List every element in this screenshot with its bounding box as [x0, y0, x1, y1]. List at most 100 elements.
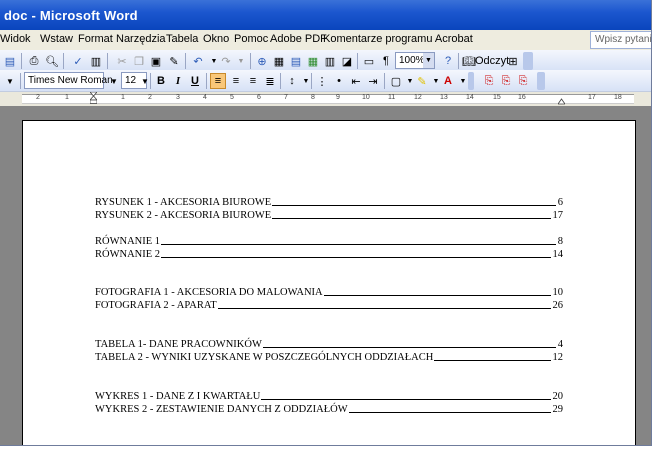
ruler-tick: 2: [148, 94, 152, 101]
redo-icon[interactable]: ↷: [218, 53, 234, 69]
toc-entry-page: 14: [552, 249, 564, 260]
toc-entry-page: 26: [552, 300, 564, 311]
separator: [185, 53, 186, 69]
toc-entry-label: RYSUNEK 2 - AKCESORIA BIUROWE: [95, 210, 272, 221]
undo-icon[interactable]: ↶: [190, 53, 206, 69]
document-map-icon[interactable]: ▭: [361, 53, 377, 69]
spelling-icon[interactable]: ✓: [70, 53, 86, 69]
menu-view[interactable]: Widok: [0, 33, 31, 45]
research-icon[interactable]: ▥: [88, 53, 104, 69]
ruler-tick: 13: [440, 94, 448, 101]
menu-help[interactable]: Pomoc: [234, 33, 268, 45]
columns-icon[interactable]: ▥: [322, 53, 338, 69]
ruler-tick: 15: [493, 94, 501, 101]
toc-leader-line: [161, 257, 551, 258]
menu-insert[interactable]: Wstaw: [40, 33, 73, 45]
italic-button[interactable]: I: [170, 73, 186, 89]
document-area: RYSUNEK 1 - AKCESORIA BIUROWE 6 RYSUNEK …: [0, 106, 651, 445]
separator: [357, 53, 358, 69]
numbering-icon[interactable]: ⋮: [314, 73, 330, 89]
redo-dropdown-icon[interactable]: ▼: [233, 53, 249, 69]
menu-table[interactable]: Tabela: [166, 33, 198, 45]
toc-entry-label: FOTOGRAFIA 2 - APARAT: [95, 300, 217, 311]
print-icon[interactable]: ⎙: [26, 53, 42, 69]
toolbar-options-icon[interactable]: ⊞: [505, 53, 521, 69]
menu-tools[interactable]: Narzędzia: [116, 33, 166, 45]
paste-icon[interactable]: ▣: [148, 53, 164, 69]
help-search-input[interactable]: Wpisz pytanie: [590, 31, 651, 49]
ruler-tick: 8: [311, 94, 315, 101]
justify-icon[interactable]: ≣: [262, 73, 278, 89]
increase-indent-icon[interactable]: ⇥: [365, 73, 381, 89]
bullets-icon[interactable]: •: [331, 73, 347, 89]
toolbar-grip[interactable]: [523, 52, 533, 70]
separator: [311, 73, 312, 89]
style-dropdown-icon[interactable]: ▼: [2, 73, 18, 89]
format-painter-icon[interactable]: ✎: [166, 53, 182, 69]
underline-button[interactable]: U: [187, 73, 203, 89]
toc-entry-page: 12: [552, 352, 564, 363]
toc-entry-label: RYSUNEK 1 - AKCESORIA BIUROWE: [95, 197, 272, 208]
toc-entry-label: FOTOGRAFIA 1 - AKCESORIA DO MALOWANIA: [95, 287, 323, 298]
bold-button[interactable]: B: [153, 73, 169, 89]
insert-excel-icon[interactable]: ▦: [305, 53, 321, 69]
show-formatting-icon[interactable]: ¶: [378, 53, 394, 69]
font-name-select[interactable]: Times New Roman: [24, 72, 113, 89]
help-icon[interactable]: ?: [440, 53, 456, 69]
align-right-icon[interactable]: ≡: [245, 73, 261, 89]
align-left-icon[interactable]: ≡: [210, 73, 226, 89]
ruler-tick: 12: [414, 94, 422, 101]
font-size-value: 12: [125, 75, 137, 86]
toc-entry[interactable]: RÓWNANIE 2 14: [95, 247, 563, 260]
menu-window[interactable]: Okno: [203, 33, 229, 45]
toc-entry[interactable]: TABELA 1- DANE PRACOWNIKÓW 4: [95, 337, 563, 350]
ruler-tick: 1: [65, 94, 69, 101]
ruler-tick: 1: [121, 94, 125, 101]
window-title: doc - Microsoft Word: [4, 8, 138, 23]
toc-entry[interactable]: RYSUNEK 1 - AKCESORIA BIUROWE 6: [95, 195, 563, 208]
tables-borders-icon[interactable]: ▦: [271, 53, 287, 69]
document-page[interactable]: RYSUNEK 1 - AKCESORIA BIUROWE 6 RYSUNEK …: [22, 120, 636, 445]
toolbar-grip[interactable]: [537, 72, 545, 90]
hyperlink-icon[interactable]: ⊕: [254, 53, 270, 69]
ruler-tick: 17: [588, 94, 596, 101]
insert-table-icon[interactable]: ▤: [288, 53, 304, 69]
toc-entry[interactable]: FOTOGRAFIA 2 - APARAT 26: [95, 298, 563, 311]
toc-entry-label: TABELA 2 - WYNIKI UZYSKANE W POSZCZEGÓLN…: [95, 352, 434, 363]
print-preview-icon[interactable]: 🔍︎: [44, 53, 60, 69]
toc-entry[interactable]: TABELA 2 - WYNIKI UZYSKANE W POSZCZEGÓLN…: [95, 350, 563, 363]
right-indent-marker[interactable]: [558, 94, 565, 106]
decrease-indent-icon[interactable]: ⇤: [348, 73, 364, 89]
pdf-convert-icon[interactable]: ⎘: [481, 73, 497, 89]
menu-format[interactable]: Format: [78, 33, 113, 45]
toc-entry[interactable]: RÓWNANIE 1 8: [95, 234, 563, 247]
menu-adobe-pdf[interactable]: Adobe PDF: [270, 33, 327, 45]
save-icon[interactable]: ▤: [2, 53, 18, 69]
menu-acrobat-comments[interactable]: Komentarze programu Acrobat: [323, 33, 473, 45]
pdf-email-icon[interactable]: ⎘: [498, 73, 514, 89]
toc-entry[interactable]: RYSUNEK 2 - AKCESORIA BIUROWE 17: [95, 208, 563, 221]
toc-leader-line: [434, 360, 551, 361]
chevron-down-icon[interactable]: ▼: [106, 73, 122, 89]
toc-entry-page: 8: [557, 236, 563, 247]
toc-entry-label: RÓWNANIE 2: [95, 249, 161, 260]
left-indent-marker[interactable]: [90, 92, 97, 104]
pdf-review-icon[interactable]: ⎘: [515, 73, 531, 89]
zoom-select[interactable]: 100% ▼: [395, 52, 435, 69]
toolbar-grip[interactable]: [468, 72, 474, 90]
zoom-value: 100%: [399, 55, 425, 66]
ruler-tick: 18: [614, 94, 622, 101]
toc-entry[interactable]: FOTOGRAFIA 1 - AKCESORIA DO MALOWANIA 10: [95, 285, 563, 298]
copy-icon[interactable]: ❐: [131, 53, 147, 69]
cut-icon[interactable]: ✂: [114, 53, 130, 69]
toc-entry-page: 6: [557, 197, 563, 208]
align-center-icon[interactable]: ≡: [228, 73, 244, 89]
horizontal-ruler[interactable]: 2 1 1 2 3 4 5 6 7 8 9 10 11 12 13 14 15 …: [0, 92, 651, 106]
font-color-icon[interactable]: A: [440, 73, 456, 89]
toc-entry[interactable]: WYKRES 2 - ZESTAWIENIE DANYCH Z ODDZIAŁÓ…: [95, 402, 563, 415]
toc-entry[interactable]: WYKRES 1 - DANE Z I KWARTAŁU 20: [95, 389, 563, 402]
drawing-icon[interactable]: ◪: [339, 53, 355, 69]
title-bar[interactable]: doc - Microsoft Word: [0, 0, 651, 30]
separator: [458, 53, 459, 69]
ruler-tick: 5: [230, 94, 234, 101]
